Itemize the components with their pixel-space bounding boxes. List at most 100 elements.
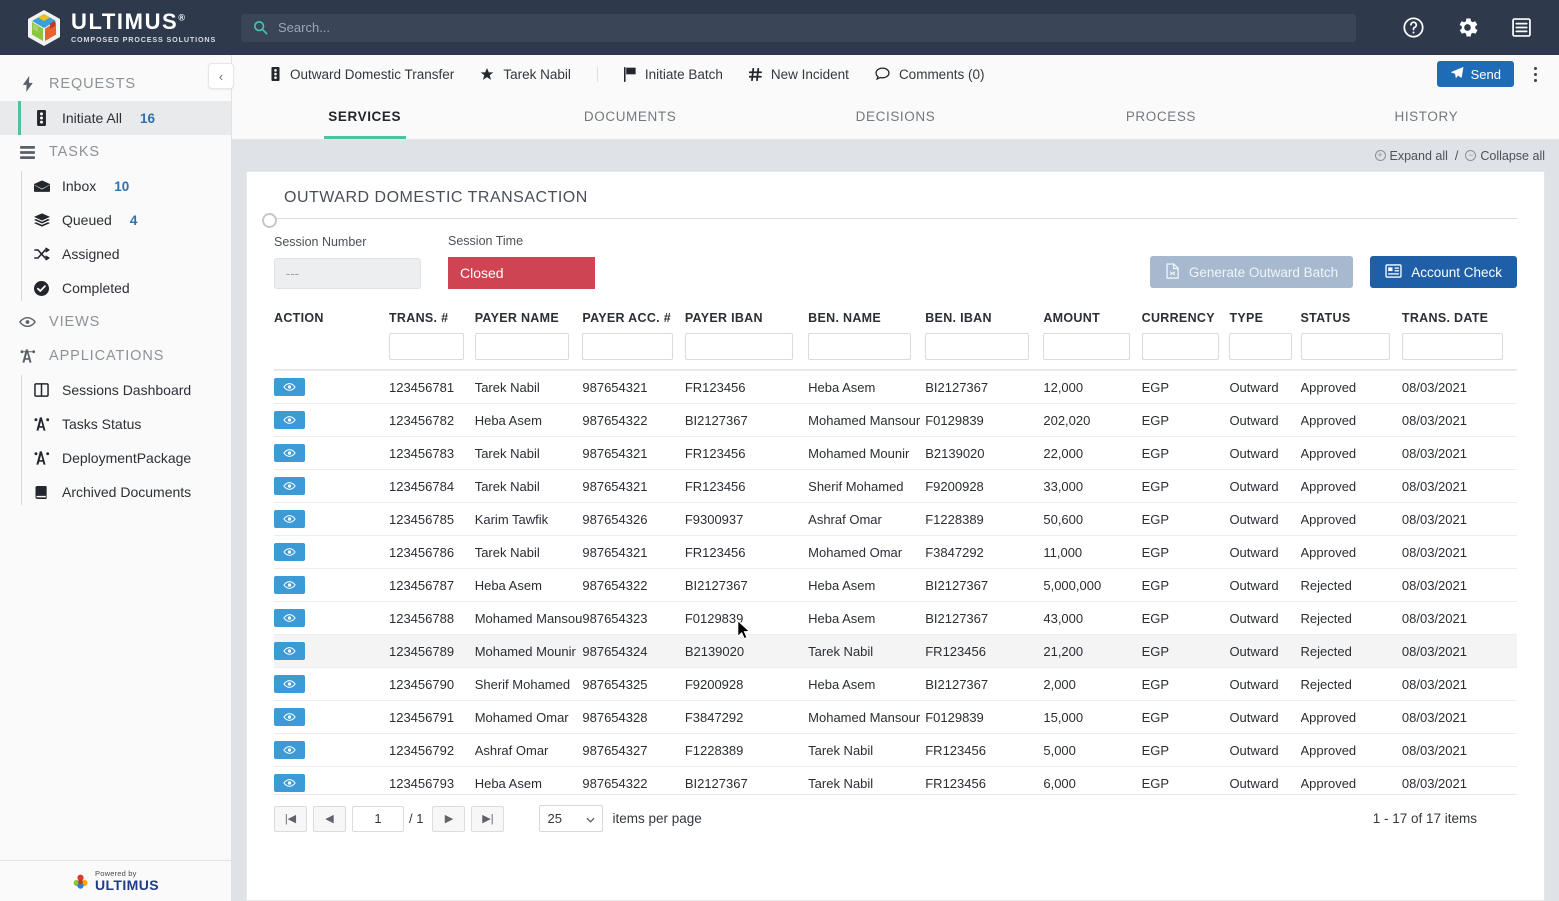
tab-history[interactable]: HISTORY [1294,93,1559,139]
filter-cell-payer-iban[interactable] [684,333,808,370]
last-page-button[interactable]: ▶| [471,805,505,832]
filter-input-currency[interactable] [1141,333,1219,360]
view-row-button[interactable] [274,477,305,495]
filter-input-trans-number[interactable] [388,333,465,360]
filter-input-trans-date[interactable] [1401,333,1504,360]
table-row[interactable]: 123456786 Tarek Nabil 987654321 FR123456 Moh… [274,535,1517,569]
first-page-button[interactable]: |◀ [274,805,307,832]
breadcrumb-item-outward-domestic-transfer[interactable]: Outward Domestic Transfer [270,67,480,82]
breadcrumb-item-new-incident[interactable]: New Incident [748,67,875,82]
table-row[interactable]: 123456791 Mohamed Omar 987654328 F3847292 Mo… [274,700,1517,734]
view-row-button[interactable] [274,576,305,594]
filter-input-payer-acc[interactable] [582,333,673,360]
kebab-menu-icon[interactable] [1528,63,1543,86]
filter-cell-ben-iban[interactable] [925,333,1043,370]
cell-action [274,701,389,734]
session-number-input[interactable]: --- [274,258,421,289]
collapse-all-link[interactable]: − Collapse all [1465,149,1545,163]
sidebar-item-deployment-package[interactable]: DeploymentPackage [0,441,231,475]
table-row[interactable]: 123456784 Tarek Nabil 987654321 FR123456 She… [274,469,1517,503]
cell-payer-name: Mohamed Mounir [474,643,576,659]
table-row[interactable]: 123456789 Mohamed Mounir 987654324 B2139020… [274,634,1517,668]
tab-documents[interactable]: DOCUMENTS [497,93,762,139]
breadcrumb-item-comments[interactable]: Comments (0) [875,67,1011,82]
breadcrumb-item-tarek-nabil[interactable]: Tarek Nabil [480,66,598,82]
cell-payer-name: Mohamed Mansour [474,610,583,626]
tab-process[interactable]: PROCESS [1028,93,1293,139]
account-check-button[interactable]: Account Check [1370,256,1517,288]
table-row[interactable]: 123456788 Mohamed Mansour 987654323 F012983… [274,601,1517,635]
cell-amount: 11,000 [1043,544,1083,560]
view-row-button[interactable] [274,675,305,693]
sidebar-item-assigned[interactable]: Assigned [0,237,231,271]
view-row-button[interactable] [274,609,305,627]
breadcrumb-actions: Send [1436,61,1559,87]
filter-cell-ben-name[interactable] [808,333,925,370]
view-row-button[interactable] [274,774,305,792]
view-row-button[interactable] [274,543,305,561]
help-icon[interactable] [1402,16,1425,39]
sidebar-item-inbox[interactable]: Inbox 10 [0,169,231,203]
cell-amount: 5,000,000 [1043,577,1102,593]
search-box[interactable] [241,13,1356,42]
card-icon [1385,263,1402,281]
filter-cell-amount[interactable] [1043,333,1141,370]
search-input[interactable] [278,20,1344,35]
table-row[interactable]: 123456787 Heba Asem 987654322 BI2127367 Heba… [274,568,1517,602]
next-page-button[interactable]: ▶ [432,805,466,832]
view-row-button[interactable] [274,708,305,726]
sidebar-item-queued[interactable]: Queued 4 [0,203,231,237]
view-row-button[interactable] [274,444,305,462]
table-row[interactable]: 123456793 Heba Asem 987654322 BI2127367 Tare… [274,766,1517,795]
filter-input-amount[interactable] [1043,333,1130,360]
cell-beneficiary-name: Heba Asem [808,379,876,395]
sidebar-item-sessions-dashboard[interactable]: Sessions Dashboard [0,373,231,407]
send-button[interactable]: Send [1436,61,1514,87]
menu-icon[interactable] [1510,16,1533,39]
sidebar-collapse-button[interactable]: ‹ [208,63,234,89]
filter-input-payer-iban[interactable] [684,333,794,360]
tab-decisions[interactable]: DECISIONS [763,93,1028,139]
table-body-scroll-area[interactable]: 123456781 Tarek Nabil 987654321 FR123456 Heb… [274,370,1517,794]
page-size-select[interactable]: 25 [539,805,604,832]
sidebar-item-completed[interactable]: Completed [0,271,231,305]
table-row[interactable]: 123456781 Tarek Nabil 987654321 FR123456 Heb… [274,370,1517,404]
content-area: Outward Domestic Transfer Tarek Nabil In… [232,55,1559,901]
sidebar-item-label: Inbox [62,178,97,194]
table-row[interactable]: 123456785 Karim Tawfik 987654326 F9300937 As… [274,502,1517,536]
filter-cell-currency[interactable] [1141,333,1230,370]
table-row[interactable]: 123456792 Ashraf Omar 987654327 F1228389 Tar… [274,733,1517,767]
cell-beneficiary-iban: BI2127367 [925,379,989,395]
filter-input-ben-iban[interactable] [925,333,1030,360]
table-row[interactable]: 123456783 Tarek Nabil 987654321 FR123456 Moh… [274,436,1517,470]
sidebar-item-archived-documents[interactable]: Archived Documents [0,475,231,509]
table-row[interactable]: 123456790 Sherif Mohamed 987654325 F9200928… [274,667,1517,701]
filter-input-type[interactable] [1229,333,1292,360]
sidebar-item-tasks-status[interactable]: Tasks Status [0,407,231,441]
filter-cell-payer-name[interactable] [474,333,583,370]
filter-cell-trans-number[interactable] [388,333,475,370]
sidebar-item-initiate-all[interactable]: Initiate All 16 [0,101,231,135]
view-row-button[interactable] [274,378,305,396]
filter-input-ben-name[interactable] [808,333,912,360]
filter-cell-trans-date[interactable] [1401,333,1517,370]
tab-services[interactable]: SERVICES [232,93,497,139]
app-logo[interactable]: ULTIMUS® COMPOSED PROCESS SOLUTIONS [0,0,232,55]
cell-payer-account: 987654327 [582,742,648,758]
view-row-button[interactable] [274,642,305,660]
filter-cell-type[interactable] [1229,333,1300,370]
page-number-input[interactable]: 1 [352,805,404,832]
settings-gear-icon[interactable] [1455,15,1480,40]
expand-all-link[interactable]: + Expand all [1374,149,1448,163]
generate-outward-batch-button[interactable]: Generate Outward Batch [1149,256,1354,288]
filter-input-status[interactable] [1300,333,1390,360]
filter-cell-payer-acc[interactable] [582,333,684,370]
table-row[interactable]: 123456782 Heba Asem 987654322 BI2127367 Moha… [274,403,1517,437]
filter-cell-status[interactable] [1300,333,1402,370]
filter-input-payer-name[interactable] [474,333,570,360]
breadcrumb-item-initiate-batch[interactable]: Initiate Batch [623,67,749,82]
view-row-button[interactable] [274,411,305,429]
previous-page-button[interactable]: ◀ [313,805,346,832]
view-row-button[interactable] [274,510,305,528]
view-row-button[interactable] [274,741,305,759]
